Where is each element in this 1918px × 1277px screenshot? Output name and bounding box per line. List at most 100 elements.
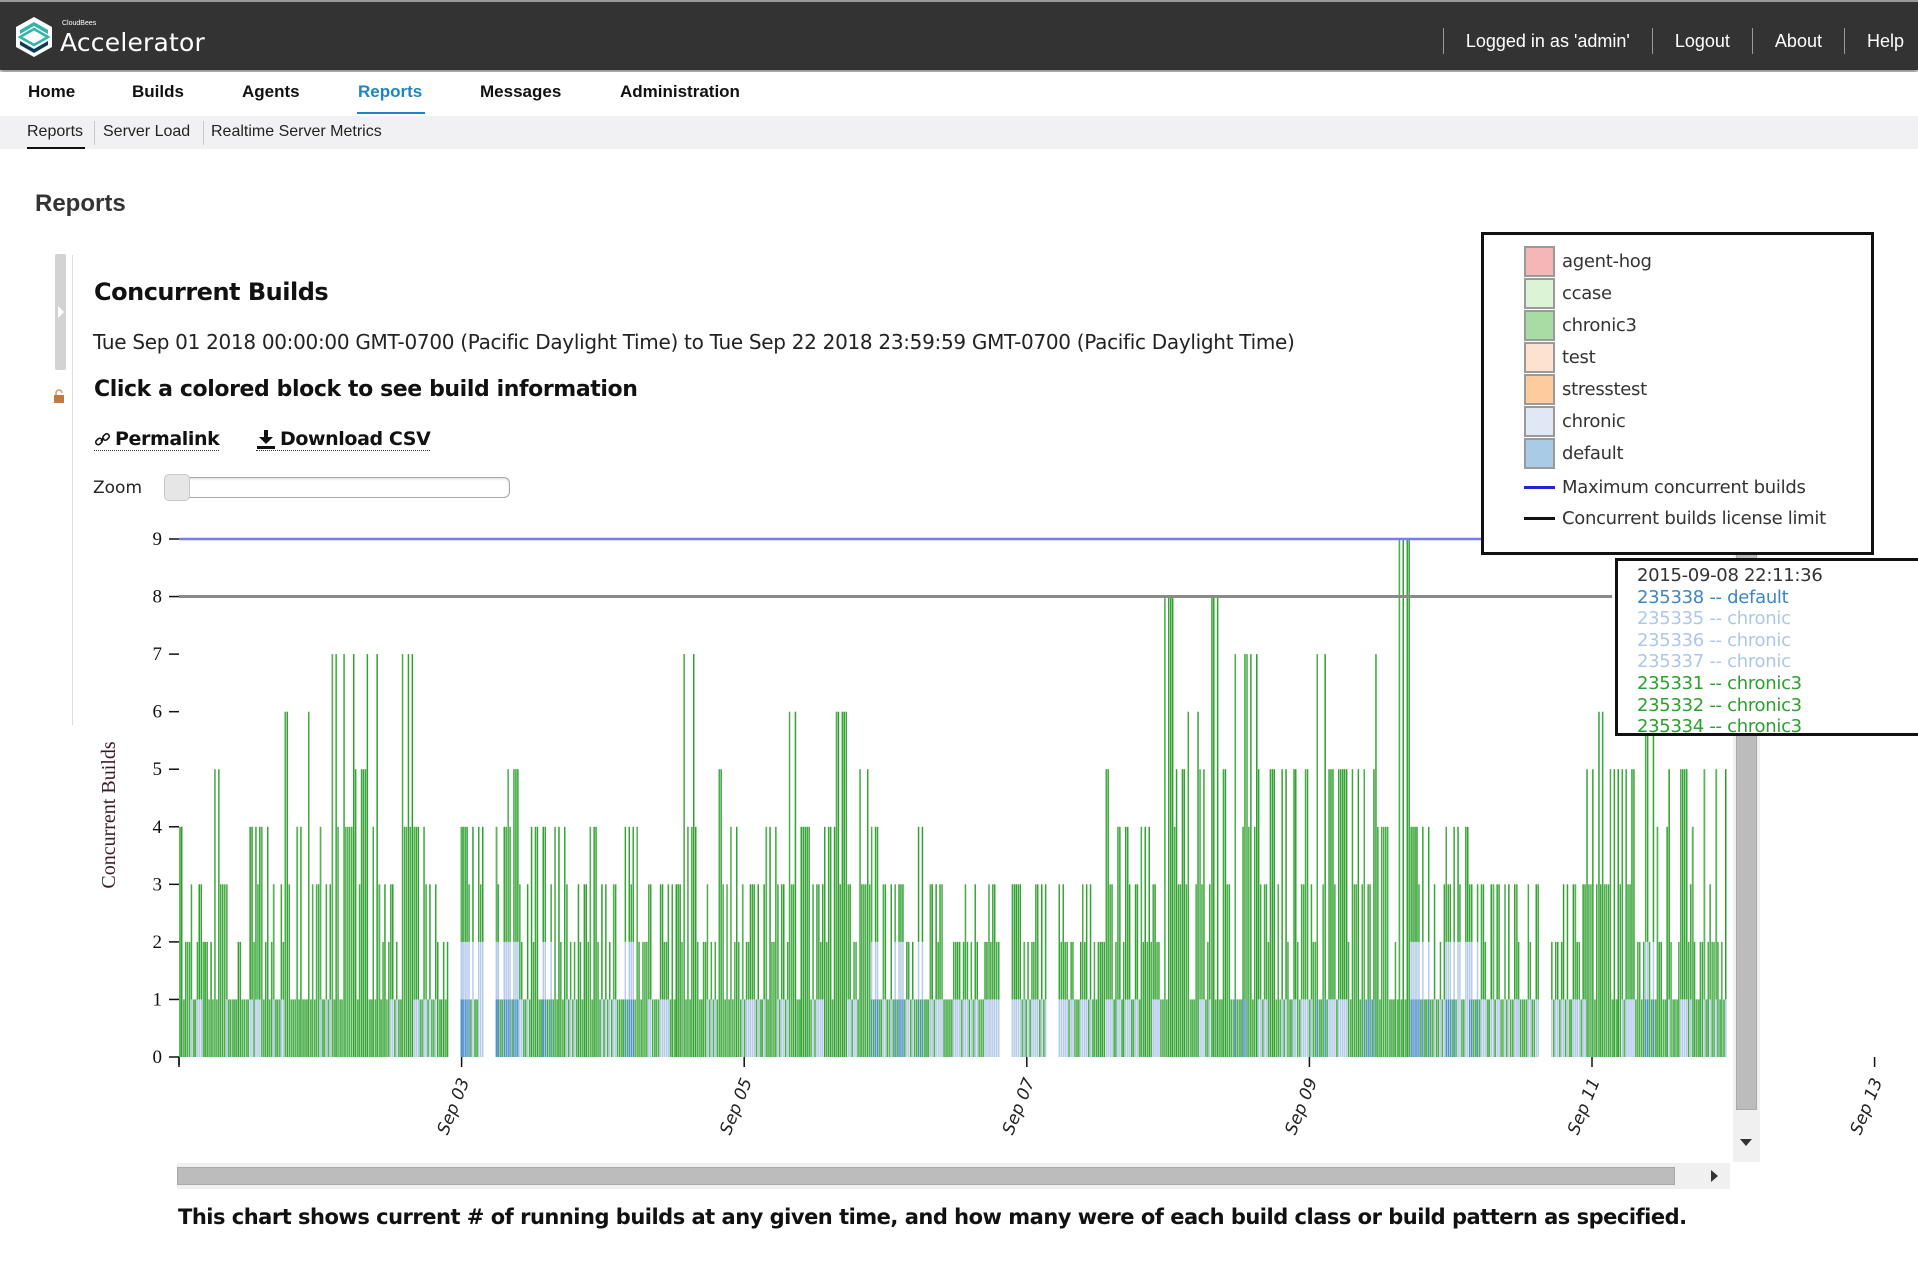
bar-chronic3[interactable] [1244, 654, 1246, 1000]
bar-chronic3[interactable] [767, 999, 769, 1057]
bar-chronic3[interactable] [1142, 941, 1145, 1057]
bar-chronic3[interactable] [673, 999, 676, 1057]
bar-chronic3[interactable] [1220, 999, 1223, 1057]
bar-chronic3[interactable] [569, 941, 572, 1000]
bar-chronic3[interactable] [704, 941, 707, 1057]
bar-default[interactable] [1476, 999, 1479, 1057]
bar-chronic3[interactable] [593, 826, 595, 1057]
bar-chronic3[interactable] [687, 826, 689, 1057]
bar-chronic3[interactable] [470, 999, 472, 1057]
bar-chronic3[interactable] [1398, 539, 1401, 1057]
bar-chronic3[interactable] [1064, 941, 1066, 1000]
bar-chronic3[interactable] [835, 711, 838, 1057]
bar-chronic3[interactable] [1566, 884, 1569, 1000]
bar-chronic3[interactable] [1502, 999, 1504, 1057]
bar-chronic3[interactable] [1388, 999, 1391, 1057]
bar-chronic[interactable] [319, 999, 322, 1057]
bar-chronic3[interactable] [1666, 826, 1668, 1057]
bar-chronic3[interactable] [1633, 769, 1635, 1000]
bar-chronic3[interactable] [343, 654, 345, 1057]
bar-chronic[interactable] [190, 999, 193, 1057]
bar-chronic3[interactable] [1130, 999, 1133, 1057]
bar-chronic3[interactable] [769, 826, 771, 1057]
bar-chronic3[interactable] [1635, 999, 1637, 1057]
bar-chronic3[interactable] [720, 769, 722, 1057]
bar-chronic3[interactable] [1402, 539, 1405, 1057]
bar-chronic3[interactable] [394, 999, 396, 1057]
bar-chronic3[interactable] [1084, 941, 1086, 1000]
bar-chronic3[interactable] [964, 884, 967, 1000]
bar-chronic3[interactable] [659, 884, 662, 1000]
bar-chronic3[interactable] [509, 826, 511, 942]
bar-chronic3[interactable] [589, 826, 592, 1057]
bar-chronic3[interactable] [335, 654, 337, 1057]
bar-chronic3[interactable] [1517, 941, 1520, 1000]
bar-chronic3[interactable] [1678, 941, 1680, 1057]
bar-chronic3[interactable] [425, 884, 427, 1000]
bar-chronic[interactable] [706, 999, 709, 1057]
bar-chronic3[interactable] [1611, 999, 1614, 1057]
tooltip-entry[interactable]: 235336 -- chronic [1637, 630, 1918, 652]
bar-default[interactable] [503, 999, 506, 1057]
bar-chronic[interactable] [329, 999, 332, 1057]
bar-chronic3[interactable] [200, 884, 203, 1000]
bar-chronic3[interactable] [1648, 941, 1651, 1057]
bar-chronic3[interactable] [1596, 884, 1598, 1057]
bar-chronic3[interactable] [1646, 711, 1649, 942]
bar-chronic3[interactable] [370, 999, 373, 1057]
bar-chronic3[interactable] [698, 999, 701, 1057]
bar-chronic3[interactable] [1687, 941, 1690, 1057]
bar-chronic[interactable] [1428, 941, 1430, 1000]
bar-chronic3[interactable] [771, 941, 773, 1057]
bar-default[interactable] [921, 999, 924, 1057]
bar-chronic[interactable] [855, 999, 857, 1057]
bar-chronic[interactable] [573, 999, 576, 1057]
bar-chronic3[interactable] [276, 999, 279, 1057]
bar-chronic[interactable] [612, 999, 615, 1057]
bar-chronic3[interactable] [949, 999, 951, 1057]
bar-chronic3[interactable] [237, 941, 240, 1057]
bar-chronic3[interactable] [1158, 941, 1160, 1000]
bar-chronic3[interactable] [1201, 884, 1203, 1000]
bar-chronic[interactable] [390, 999, 392, 1057]
nav-builds[interactable]: Builds [132, 82, 184, 102]
bar-chronic[interactable] [874, 941, 877, 1000]
bar-chronic[interactable] [196, 999, 199, 1057]
bar-chronic3[interactable] [1629, 884, 1631, 1000]
bar-chronic3[interactable] [1392, 999, 1395, 1057]
bar-chronic3[interactable] [437, 941, 439, 1057]
bar-chronic3[interactable] [511, 999, 514, 1057]
bar-chronic[interactable] [1328, 999, 1330, 1057]
bar-chronic3[interactable] [722, 884, 724, 1057]
bar-chronic3[interactable] [839, 884, 842, 1057]
bar-chronic3[interactable] [1449, 884, 1452, 942]
bar-chronic3[interactable] [798, 999, 801, 1057]
bar-chronic3[interactable] [333, 999, 336, 1057]
bar-chronic3[interactable] [1250, 654, 1252, 1057]
bar-chronic3[interactable] [1347, 941, 1350, 1057]
bar-chronic3[interactable] [1246, 654, 1248, 1057]
bar-chronic3[interactable] [239, 941, 242, 1057]
bar-chronic[interactable] [630, 941, 633, 1000]
bar-chronic3[interactable] [976, 941, 979, 1000]
bar-chronic3[interactable] [1650, 999, 1653, 1057]
bar-chronic3[interactable] [1676, 999, 1679, 1057]
bar-chronic3[interactable] [712, 999, 715, 1057]
bar-chronic3[interactable] [1242, 826, 1244, 1000]
bar-chronic[interactable] [1285, 999, 1287, 1057]
bar-chronic3[interactable] [540, 999, 543, 1057]
bar-chronic3[interactable] [1365, 999, 1367, 1057]
bar-chronic3[interactable] [1578, 941, 1581, 1000]
bar-chronic[interactable] [1203, 999, 1205, 1057]
bar-chronic[interactable] [994, 999, 996, 1057]
bar-chronic3[interactable] [182, 999, 185, 1057]
bar-chronic3[interactable] [446, 941, 449, 1057]
bar-chronic[interactable] [1044, 999, 1047, 1057]
bar-chronic[interactable] [988, 999, 990, 1057]
bar-chronic3[interactable] [417, 826, 420, 1000]
bar-chronic3[interactable] [689, 999, 691, 1057]
bar-default[interactable] [517, 999, 519, 1057]
bar-chronic3[interactable] [1383, 826, 1385, 1057]
bar-default[interactable] [1410, 999, 1412, 1057]
bar-chronic3[interactable] [1289, 999, 1291, 1057]
